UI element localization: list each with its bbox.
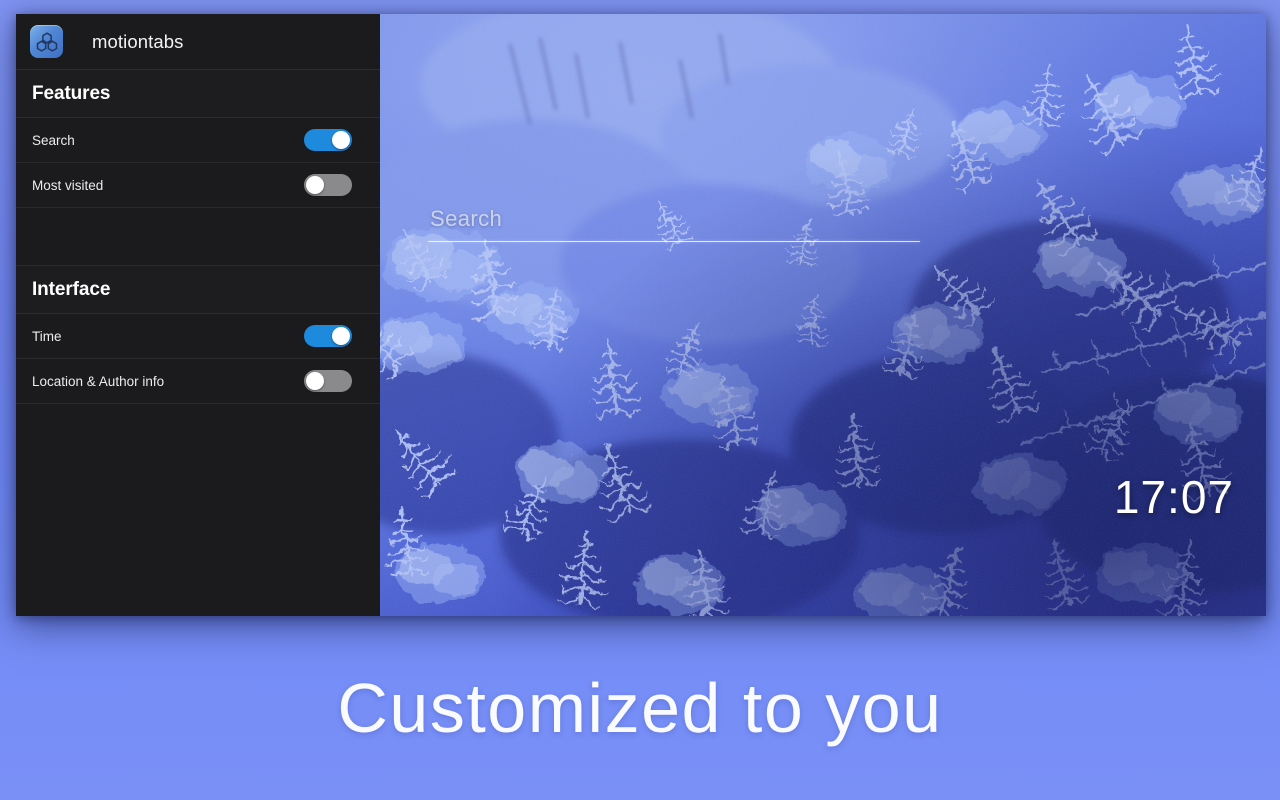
toggle-search[interactable]: [304, 129, 352, 151]
wallpaper-image: [380, 14, 1266, 616]
toggle-knob: [306, 372, 324, 390]
setting-row-search[interactable]: Search: [16, 118, 380, 163]
search-underline: [428, 241, 920, 242]
settings-sidebar: motiontabs Features Search Most visited …: [16, 14, 380, 616]
app-window: motiontabs Features Search Most visited …: [16, 14, 1266, 616]
search-input[interactable]: Search: [428, 204, 920, 234]
newtab-preview-panel: Search 17:07: [380, 14, 1266, 616]
setting-label-time: Time: [32, 328, 62, 344]
app-title: motiontabs: [92, 30, 184, 52]
search-widget[interactable]: Search: [428, 204, 920, 242]
sidebar-header: motiontabs: [16, 14, 380, 70]
setting-label-location-author-info: Location & Author info: [32, 373, 165, 389]
section-heading-features: Features: [16, 70, 380, 118]
motiontabs-logo-icon: [30, 25, 63, 58]
toggle-knob: [332, 131, 350, 149]
clock-time: 17:07: [1113, 471, 1234, 523]
setting-label-most-visited: Most visited: [32, 177, 104, 193]
sidebar-empty-area: [16, 404, 380, 616]
section-heading-interface: Interface: [16, 266, 380, 314]
sidebar-section-gap: [16, 208, 380, 266]
setting-row-time[interactable]: Time: [16, 314, 380, 359]
setting-label-search: Search: [32, 132, 75, 148]
toggle-knob: [306, 176, 324, 194]
setting-row-location-author-info[interactable]: Location & Author info: [16, 359, 380, 404]
toggle-knob: [332, 327, 350, 345]
toggle-most-visited[interactable]: [304, 174, 352, 196]
setting-row-most-visited[interactable]: Most visited: [16, 163, 380, 208]
toggle-time[interactable]: [304, 325, 352, 347]
toggle-location-author-info[interactable]: [304, 370, 352, 392]
promo-caption: Customized to you: [337, 669, 943, 747]
